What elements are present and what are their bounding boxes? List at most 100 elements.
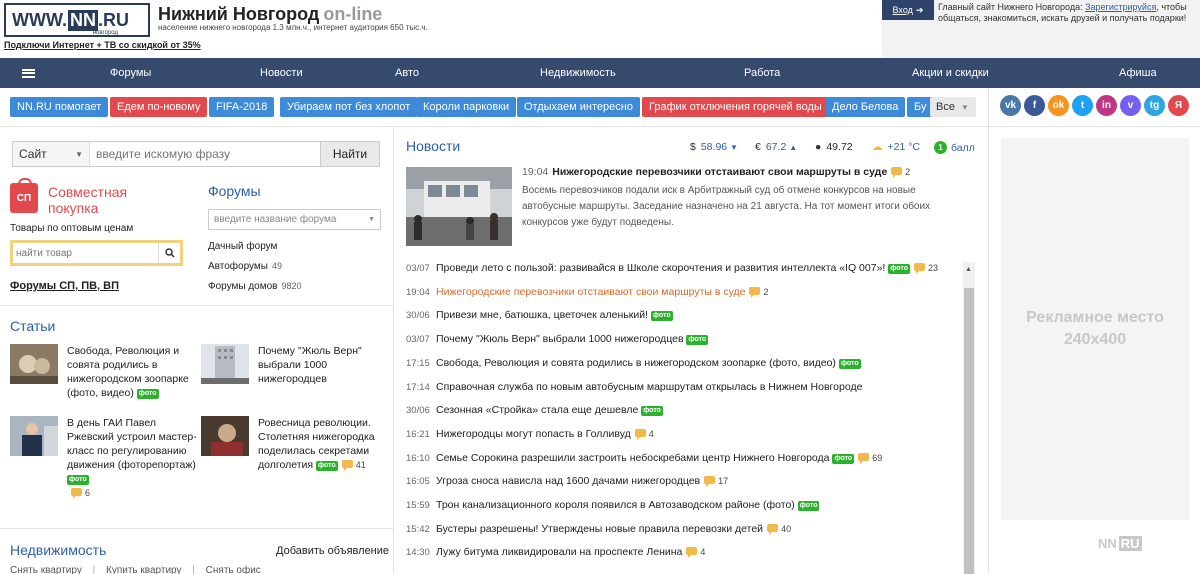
forum-link-label: Автофорумы bbox=[208, 261, 268, 272]
comment-icon bbox=[341, 460, 353, 471]
facebook-icon[interactable]: f bbox=[1024, 95, 1045, 116]
article-item[interactable]: Почему "Жюль Верн" выбрали 1000 нижегоро… bbox=[201, 344, 391, 404]
traffic-score-label: балл bbox=[951, 141, 975, 154]
article-thumbnail bbox=[10, 344, 58, 384]
site-logo[interactable]: WWW. NN .RU новгород bbox=[4, 3, 150, 37]
shopping-bag-icon: СП bbox=[10, 178, 38, 213]
search-icon[interactable] bbox=[158, 243, 180, 263]
promo-link[interactable]: Подключи Интернет + ТВ со скидкой от 35% bbox=[4, 40, 201, 50]
tags-more-select[interactable]: Все ▼ bbox=[930, 97, 976, 117]
forum-link-houses[interactable]: Форумы домов 9820 bbox=[208, 281, 302, 292]
photo-badge: фото bbox=[650, 311, 673, 322]
divider bbox=[393, 126, 394, 574]
site-title-text: Нижний Новгород bbox=[158, 4, 320, 24]
nav-forums[interactable]: Форумы bbox=[110, 67, 151, 79]
forum-link-auto[interactable]: Автофорумы 49 bbox=[208, 261, 282, 272]
nav-news[interactable]: Новости bbox=[260, 67, 303, 79]
forums-title[interactable]: Форумы bbox=[208, 183, 261, 199]
realty-title[interactable]: Недвижимость bbox=[10, 542, 106, 558]
nav-jobs[interactable]: Работа bbox=[744, 67, 780, 79]
realty-link-rent[interactable]: Снять квартиру bbox=[10, 565, 82, 574]
comment-icon bbox=[767, 523, 779, 535]
news-title-text: Привези мне, батюшка, цветочек аленький! bbox=[436, 309, 648, 322]
article-item[interactable]: В день ГАИ Павел Ржевский устроил мастер… bbox=[10, 416, 200, 521]
photo-badge: фото bbox=[67, 475, 89, 485]
register-link[interactable]: Зарегистрируйся bbox=[1085, 2, 1156, 12]
tag-new-transport[interactable]: Едем по-новому bbox=[110, 97, 208, 117]
comment-count: 23 bbox=[928, 263, 939, 273]
odnoklassniki-icon[interactable]: ok bbox=[1048, 95, 1069, 116]
comment-count: 17 bbox=[718, 476, 729, 487]
news-title-text: Проведи лето с пользой: развивайся в Шко… bbox=[436, 262, 886, 274]
news-item[interactable]: 30/06 Сезонная «Стройка» стала еще дешевл… bbox=[406, 404, 663, 417]
photo-badge: фото bbox=[641, 406, 663, 417]
scroll-up-icon[interactable]: ▲ bbox=[965, 266, 972, 273]
tag-fifa[interactable]: FIFA-2018 bbox=[209, 97, 275, 117]
instagram-icon[interactable]: in bbox=[1096, 95, 1117, 116]
logo-nn: NN bbox=[67, 9, 98, 31]
ad-placeholder[interactable]: Рекламное место 240x400 bbox=[1001, 138, 1189, 520]
top-news-image[interactable] bbox=[406, 167, 512, 246]
news-item[interactable]: 16:21 Нижегородцы могут попасть в Голливу… bbox=[406, 428, 654, 440]
nav-afisha[interactable]: Афиша bbox=[1119, 67, 1157, 79]
news-item[interactable]: 16:05 Угроза сноса нависла над 1600 дачам… bbox=[406, 475, 729, 488]
news-item[interactable]: 15:59 Трон канализационного короля появил… bbox=[406, 499, 820, 511]
tag-rest[interactable]: Отдыхаем интересно bbox=[517, 97, 640, 117]
telegram-icon[interactable]: tg bbox=[1144, 95, 1165, 116]
tag-belov[interactable]: Дело Белова bbox=[825, 97, 906, 117]
tag-sweat[interactable]: Убираем пот без хлопот bbox=[280, 97, 418, 117]
news-title[interactable]: Новости bbox=[406, 138, 460, 154]
news-time: 17:14 bbox=[406, 381, 430, 393]
news-item[interactable]: 16:10 Семье Сорокина разрешили застроить … bbox=[406, 452, 882, 464]
news-item[interactable]: 17:14 Справочная служба по новым автобусн… bbox=[406, 381, 862, 393]
viber-icon[interactable]: v bbox=[1120, 95, 1141, 116]
comment-count: 2 bbox=[905, 167, 911, 177]
yandex-icon[interactable]: Я bbox=[1168, 95, 1189, 116]
site-subtitle: население нижнего новгорода 1.3 млн.ч., … bbox=[158, 23, 428, 32]
scrollbar-thumb[interactable] bbox=[964, 288, 974, 574]
realty-link-office[interactable]: Снять офис bbox=[206, 565, 261, 574]
twitter-icon[interactable]: t bbox=[1072, 95, 1093, 116]
menu-icon[interactable] bbox=[0, 58, 56, 88]
news-item[interactable]: 17:15 Свобода, Революция и совята родилис… bbox=[406, 357, 861, 369]
news-item[interactable]: 03/07 Почему "Жюль Верн" выбрали 1000 ниж… bbox=[406, 333, 709, 346]
tag-nn-help[interactable]: NN.RU помогает bbox=[10, 97, 109, 117]
search-button[interactable]: Найти bbox=[320, 142, 379, 166]
article-item[interactable]: Ровесница революции. Столетняя нижегород… bbox=[201, 416, 391, 476]
realty-link-buy[interactable]: Купить квартиру bbox=[106, 565, 182, 574]
articles-title[interactable]: Статьи bbox=[10, 318, 55, 334]
forum-link-dacha[interactable]: Дачный форум bbox=[208, 241, 277, 252]
vk-icon[interactable]: vk bbox=[1000, 95, 1021, 116]
news-title-text: Свобода, Революция и совята родились в н… bbox=[436, 356, 836, 369]
news-item[interactable]: 19:04 Нижегородские перевозчики отстаиваю… bbox=[406, 286, 769, 298]
sp-forums-link[interactable]: Форумы СП, ПВ, ВП bbox=[10, 280, 119, 292]
traffic-score[interactable]: 1 балл bbox=[934, 141, 975, 154]
top-news-link[interactable]: 19:04 Нижегородские перевозчики отстаиваю… bbox=[522, 166, 910, 178]
login-button[interactable]: Вход ➔ bbox=[882, 0, 934, 20]
comment-icon bbox=[704, 476, 716, 488]
add-ad-link[interactable]: Добавить объявление bbox=[276, 545, 389, 557]
divider bbox=[0, 126, 1200, 127]
tag-hot-water[interactable]: График отключения горячей воды bbox=[642, 97, 829, 117]
news-time: 03/07 bbox=[406, 263, 430, 274]
news-item[interactable]: 03/07 Проведи лето с пользой: развивайся … bbox=[406, 262, 938, 274]
nav-realty[interactable]: Недвижимость bbox=[540, 67, 616, 79]
comment-icon bbox=[634, 428, 646, 440]
site-search: Сайт ▼ Найти bbox=[12, 141, 380, 167]
search-input[interactable] bbox=[90, 142, 320, 166]
forum-select[interactable]: введите название форума ▼ bbox=[208, 209, 381, 230]
article-item[interactable]: Свобода, Революция и совята родились в н… bbox=[10, 344, 200, 404]
photo-badge: фото bbox=[797, 501, 820, 511]
news-item[interactable]: 30/06 Привези мне, батюшка, цветочек ален… bbox=[406, 309, 673, 322]
news-scrollbar[interactable]: ▲ bbox=[963, 262, 975, 574]
nav-sales[interactable]: Акции и скидки bbox=[912, 67, 989, 79]
news-item[interactable]: 14:30 Лужу битума ликвидировали на проспе… bbox=[406, 546, 705, 559]
comment-icon bbox=[749, 286, 761, 298]
divider bbox=[0, 305, 393, 306]
sp-title[interactable]: Совместная покупка bbox=[48, 184, 168, 216]
search-scope-select[interactable]: Сайт ▼ bbox=[13, 142, 90, 166]
nav-auto[interactable]: Авто bbox=[395, 67, 419, 79]
sp-search-input[interactable] bbox=[13, 243, 158, 263]
tag-parking[interactable]: Короли парковки bbox=[416, 97, 517, 117]
news-item[interactable]: 15:42 Бустеры разрешены! Утверждены новые… bbox=[406, 523, 791, 535]
